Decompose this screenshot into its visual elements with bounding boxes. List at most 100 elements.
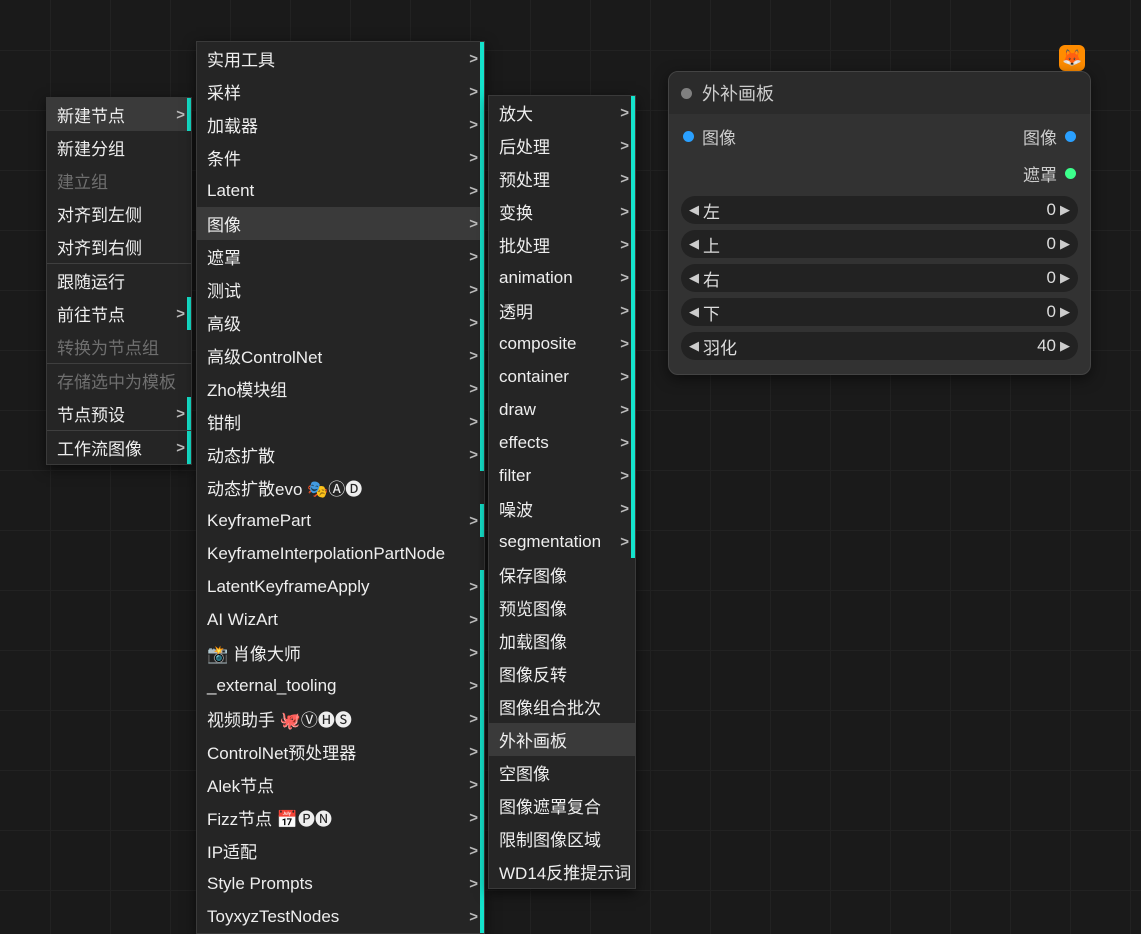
number-widget[interactable]: ◀羽化40▶ bbox=[681, 332, 1078, 360]
menu-item[interactable]: 外补画板 bbox=[489, 723, 635, 756]
node-io: 图像 图像遮罩 bbox=[669, 114, 1090, 190]
chevron-right-icon: > bbox=[469, 380, 478, 397]
number-widget[interactable]: ◀上0▶ bbox=[681, 230, 1078, 258]
widget-value[interactable]: 0 bbox=[1047, 302, 1060, 322]
decrement-icon[interactable]: ◀ bbox=[689, 202, 699, 218]
chevron-right-icon: > bbox=[620, 500, 629, 517]
menu-item[interactable]: draw> bbox=[489, 393, 635, 426]
menu-item[interactable]: Alek节点> bbox=[197, 768, 484, 801]
increment-icon[interactable]: ▶ bbox=[1060, 304, 1070, 320]
menu-item[interactable]: 条件> bbox=[197, 141, 484, 174]
number-widget[interactable]: ◀左0▶ bbox=[681, 196, 1078, 224]
port-dot[interactable] bbox=[683, 131, 694, 142]
node-title-bar[interactable]: 外补画板 bbox=[669, 72, 1090, 114]
menu-item[interactable]: 预处理> bbox=[489, 162, 635, 195]
menu-item[interactable]: 高级> bbox=[197, 306, 484, 339]
menu-item[interactable]: ControlNet预处理器> bbox=[197, 735, 484, 768]
menu-item-label: 加载器 bbox=[207, 112, 258, 137]
increment-icon[interactable]: ▶ bbox=[1060, 202, 1070, 218]
menu-item[interactable]: AI WizArt> bbox=[197, 603, 484, 636]
number-widget[interactable]: ◀下0▶ bbox=[681, 298, 1078, 326]
port-dot[interactable] bbox=[1065, 131, 1076, 142]
menu-item[interactable]: Latent> bbox=[197, 174, 484, 207]
widget-value[interactable]: 0 bbox=[1047, 200, 1060, 220]
menu-item[interactable]: 透明> bbox=[489, 294, 635, 327]
menu-item[interactable]: filter> bbox=[489, 459, 635, 492]
menu-item[interactable]: Style Prompts> bbox=[197, 867, 484, 900]
widget-value[interactable]: 40 bbox=[1037, 336, 1060, 356]
menu-item[interactable]: 限制图像区域 bbox=[489, 822, 635, 855]
menu-item[interactable]: 图像遮罩复合 bbox=[489, 789, 635, 822]
menu-item[interactable]: 保存图像 bbox=[489, 558, 635, 591]
menu-item[interactable]: 测试> bbox=[197, 273, 484, 306]
menu-item[interactable]: segmentation> bbox=[489, 525, 635, 558]
menu-item[interactable]: 前往节点> bbox=[47, 297, 191, 330]
menu-item[interactable]: IP适配> bbox=[197, 834, 484, 867]
menu-item[interactable]: 噪波 > bbox=[489, 492, 635, 525]
menu-item[interactable]: 放大> bbox=[489, 96, 635, 129]
node-collapse-dot[interactable] bbox=[681, 88, 692, 99]
menu-item[interactable]: WD14反推提示词 bbox=[489, 855, 635, 888]
menu-item[interactable]: 节点预设> bbox=[47, 397, 191, 430]
menu-item[interactable]: _external_tooling> bbox=[197, 669, 484, 702]
menu-item[interactable]: 批处理> bbox=[489, 228, 635, 261]
menu-item[interactable]: KeyframePart> bbox=[197, 504, 484, 537]
menu-item[interactable]: 钳制> bbox=[197, 405, 484, 438]
menu-item[interactable]: 对齐到右侧 bbox=[47, 230, 191, 263]
menu-item[interactable]: 工作流图像> bbox=[47, 431, 191, 464]
widget-value[interactable]: 0 bbox=[1047, 234, 1060, 254]
menu-item-label: 前往节点 bbox=[57, 301, 125, 326]
menu-item[interactable]: container> bbox=[489, 360, 635, 393]
menu-item[interactable]: 采样> bbox=[197, 75, 484, 108]
menu-item[interactable]: 预览图像 bbox=[489, 591, 635, 624]
menu-item[interactable]: 跟随运行 bbox=[47, 264, 191, 297]
menu-item[interactable]: 新建分组 bbox=[47, 131, 191, 164]
menu-item[interactable]: ToyxyzTestNodes> bbox=[197, 900, 484, 933]
input-port[interactable]: 图像 bbox=[683, 124, 736, 149]
menu-item[interactable]: 加载图像 bbox=[489, 624, 635, 657]
output-port[interactable]: 图像 bbox=[1023, 124, 1076, 149]
menu-item[interactable]: 动态扩散> bbox=[197, 438, 484, 471]
decrement-icon[interactable]: ◀ bbox=[689, 236, 699, 252]
menu-item[interactable]: Fizz节点 📅🅟🅝> bbox=[197, 801, 484, 834]
menu-item[interactable]: 实用工具> bbox=[197, 42, 484, 75]
menu-item[interactable]: LatentKeyframeApply> bbox=[197, 570, 484, 603]
increment-icon[interactable]: ▶ bbox=[1060, 236, 1070, 252]
menu-item[interactable]: 图像组合批次 bbox=[489, 690, 635, 723]
menu-item[interactable]: 图像反转 bbox=[489, 657, 635, 690]
chevron-right-icon: > bbox=[469, 776, 478, 793]
menu-item[interactable]: 视频助手 🐙Ⓥ🅗🅢> bbox=[197, 702, 484, 735]
menu-item[interactable]: 变换> bbox=[489, 195, 635, 228]
node-inputs: 图像 bbox=[683, 124, 736, 186]
node-panel[interactable]: 外补画板 图像 图像遮罩 ◀左0▶ ◀上0▶ ◀右0▶ ◀下0▶ ◀羽化40▶ bbox=[668, 71, 1091, 375]
menu-item[interactable]: composite> bbox=[489, 327, 635, 360]
output-port[interactable]: 遮罩 bbox=[1023, 161, 1076, 186]
submenu-stripe bbox=[631, 492, 635, 525]
menu-item[interactable]: 📸 肖像大师> bbox=[197, 636, 484, 669]
decrement-icon[interactable]: ◀ bbox=[689, 304, 699, 320]
menu-item: 转换为节点组 bbox=[47, 330, 191, 363]
port-dot[interactable] bbox=[1065, 168, 1076, 179]
menu-item[interactable]: 加载器> bbox=[197, 108, 484, 141]
menu-item-label: 噪波 bbox=[499, 496, 533, 521]
menu-item[interactable]: 对齐到左侧 bbox=[47, 197, 191, 230]
menu-item[interactable]: 遮罩> bbox=[197, 240, 484, 273]
menu-item[interactable]: KeyframeInterpolationPartNode bbox=[197, 537, 484, 570]
menu-item[interactable]: 新建节点> bbox=[47, 98, 191, 131]
increment-icon[interactable]: ▶ bbox=[1060, 270, 1070, 286]
submenu-stripe bbox=[480, 75, 484, 108]
increment-icon[interactable]: ▶ bbox=[1060, 338, 1070, 354]
menu-item[interactable]: 动态扩散evo 🎭Ⓐ🅓 bbox=[197, 471, 484, 504]
menu-item[interactable]: 图像> bbox=[197, 207, 484, 240]
submenu-stripe bbox=[480, 900, 484, 933]
menu-item[interactable]: 空图像 bbox=[489, 756, 635, 789]
widget-value[interactable]: 0 bbox=[1047, 268, 1060, 288]
menu-item[interactable]: 高级ControlNet> bbox=[197, 339, 484, 372]
menu-item[interactable]: animation> bbox=[489, 261, 635, 294]
number-widget[interactable]: ◀右0▶ bbox=[681, 264, 1078, 292]
decrement-icon[interactable]: ◀ bbox=[689, 270, 699, 286]
menu-item[interactable]: Zho模块组> bbox=[197, 372, 484, 405]
decrement-icon[interactable]: ◀ bbox=[689, 338, 699, 354]
menu-item[interactable]: 后处理> bbox=[489, 129, 635, 162]
menu-item[interactable]: effects> bbox=[489, 426, 635, 459]
